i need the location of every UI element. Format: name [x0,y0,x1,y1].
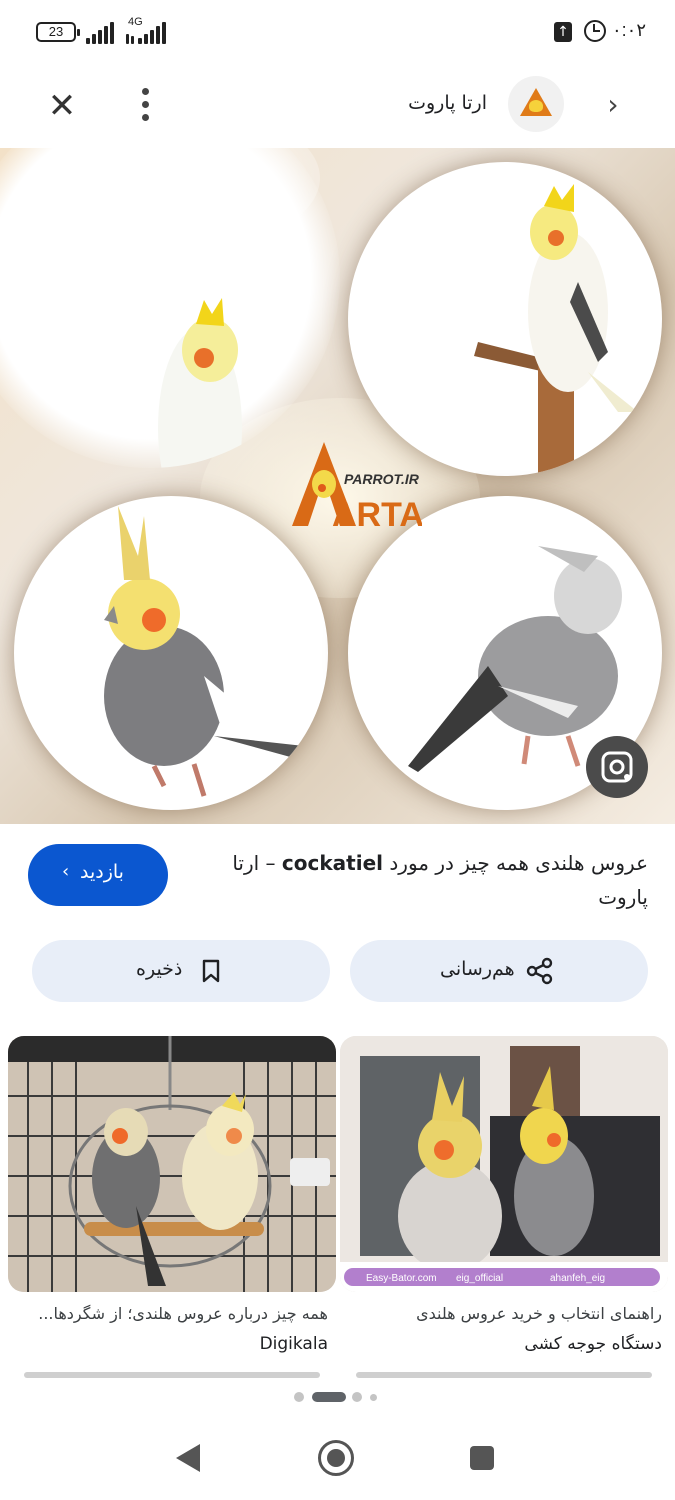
chevron-right-icon[interactable]: › [598,88,628,122]
visit-label: بازدید [80,861,124,883]
save-label: ذخیره [136,958,183,980]
mobile-data-icon [124,20,168,44]
photo-circle-bottom-left [14,496,328,810]
watermark-brand: ARTA [332,496,422,528]
top-app-bar: ✕ ارتا پاروت › [0,64,675,148]
watermark-domain: PARROT.IR [344,471,420,487]
signal-icon [86,20,116,44]
main-image[interactable]: ARTA PARROT.IR [0,148,675,824]
cockatiel-illustration [474,184,638,476]
battery-indicator: 23 [36,22,80,42]
related-photo [8,1036,336,1292]
related-image-1[interactable]: Easy-Bator.com eig_official ahanfeh_eig [340,1036,668,1292]
site-title[interactable]: ارتا پاروت [408,92,487,114]
share-icon [526,957,553,985]
home-icon[interactable] [318,1440,354,1476]
related-image-2[interactable] [8,1036,336,1292]
site-favicon[interactable] [508,76,564,132]
title-bold: cockatiel [281,851,384,875]
back-icon[interactable] [176,1444,200,1472]
arta-watermark: ARTA PARROT.IR [262,438,424,534]
watermark-text: ahanfeh_eig [550,1273,605,1284]
carousel-dot-active [312,1392,346,1402]
title-prefix: عروس هلندی همه چیز در مورد [389,851,648,875]
save-button[interactable]: ذخیره [32,940,330,1002]
recents-icon[interactable] [470,1446,494,1470]
alarm-icon [584,20,606,42]
watermark-text: Easy-Bator.com [366,1273,437,1284]
bookmark-icon [202,959,220,983]
more-vert-icon[interactable] [138,88,152,122]
clock: ۰:۰۲ [612,20,647,40]
carousel-indicator [294,1390,384,1404]
watermark-text: eig_official [456,1273,503,1284]
related-title-2[interactable]: همه چیز درباره عروس هلندی؛ از شگردها... [10,1304,328,1323]
related-title-1[interactable]: راهنمای انتخاب و خرید عروس هلندی [344,1304,662,1323]
next-row-edge [24,1372,320,1378]
photo-circle-top-right [348,162,662,476]
result-title[interactable]: عروس هلندی همه چیز در مورد cockatiel – ا… [196,846,648,914]
next-row-edge [356,1372,652,1378]
chevron-left-icon: ‹ [62,861,70,882]
system-nav-bar [0,1420,675,1500]
cockatiel-illustration [104,506,304,797]
close-icon[interactable]: ✕ [42,86,82,126]
related-photo: Easy-Bator.com eig_official ahanfeh_eig [340,1036,668,1292]
visit-button[interactable]: ‹ بازدید [28,844,168,906]
carousel-dot [370,1394,377,1401]
carousel-dot [294,1392,304,1402]
share-button[interactable]: هم‌رسانی [350,940,648,1002]
related-source-2[interactable]: Digikala [10,1334,328,1354]
upload-icon: ↑ [554,22,572,42]
status-bar: 23 4G ↑ ۰:۰۲ [0,0,675,64]
share-label: هم‌رسانی [440,958,515,980]
google-lens-icon[interactable] [586,736,648,798]
related-source-1[interactable]: دستگاه جوجه کشی [344,1334,662,1354]
carousel-dot [352,1392,362,1402]
